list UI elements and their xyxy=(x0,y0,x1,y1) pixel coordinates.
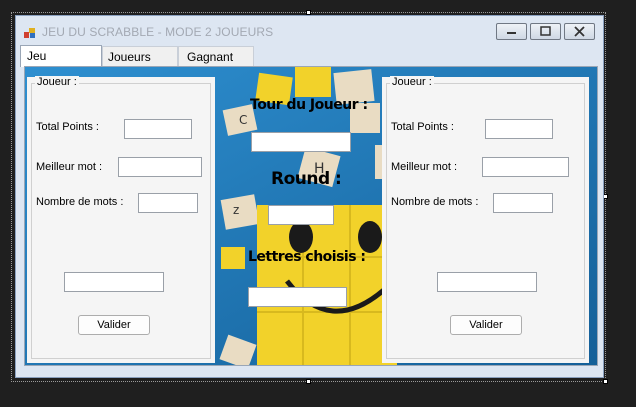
round-field[interactable] xyxy=(268,205,334,225)
player2-word-count-field[interactable] xyxy=(493,193,553,213)
player1-word-entry-input[interactable] xyxy=(64,272,164,292)
turn-label: Tour du Joueur : xyxy=(250,97,368,113)
player1-total-points-field[interactable] xyxy=(124,119,192,139)
tab-joueurs[interactable]: Joueurs xyxy=(102,46,178,66)
close-button[interactable] xyxy=(564,23,595,40)
tab-label: Gagnant xyxy=(187,50,234,64)
player2-total-points-field[interactable] xyxy=(485,119,553,139)
player2-group: Joueur : Total Points : Meilleur mot : N… xyxy=(382,76,589,363)
player1-total-points-label: Total Points : xyxy=(36,121,99,133)
resize-handle-corner[interactable] xyxy=(603,379,608,384)
form-window: JEU DU SCRABBLE - MODE 2 JOUEURS Jeu Jou… xyxy=(15,15,604,378)
tab-gagnant[interactable]: Gagnant xyxy=(178,46,254,66)
resize-handle-bottom[interactable] xyxy=(306,379,311,384)
player1-validate-button[interactable]: Valider xyxy=(78,315,150,335)
player1-group: Joueur : Total Points : Meilleur mot : N… xyxy=(27,76,215,363)
app-icon xyxy=(24,26,36,38)
tab-label: Jeu xyxy=(27,49,47,63)
player2-best-word-label: Meilleur mot : xyxy=(391,161,458,173)
player1-best-word-label: Meilleur mot : xyxy=(36,161,103,173)
svg-text:z: z xyxy=(233,203,239,217)
letters-label: Lettres choisis : xyxy=(248,249,366,265)
tab-label: Joueurs xyxy=(108,50,151,64)
maximize-button[interactable] xyxy=(530,23,561,40)
player2-word-count-label: Nombre de mots : xyxy=(391,196,479,208)
svg-text:C: C xyxy=(239,113,247,127)
minimize-button[interactable] xyxy=(496,23,527,40)
player2-best-word-field[interactable] xyxy=(482,157,569,177)
player1-word-count-label: Nombre de mots : xyxy=(36,196,124,208)
player2-word-entry-input[interactable] xyxy=(437,272,537,292)
player1-word-count-field[interactable] xyxy=(138,193,198,213)
player2-total-points-label: Total Points : xyxy=(391,121,454,133)
player1-group-label: Joueur : xyxy=(35,76,79,88)
round-label: Round : xyxy=(271,169,342,189)
tab-panel-jeu: z H C Joueur : Total Points : Meilleur m… xyxy=(24,66,598,366)
player2-validate-button[interactable]: Valider xyxy=(450,315,522,335)
player1-best-word-field[interactable] xyxy=(118,157,202,177)
tab-jeu[interactable]: Jeu xyxy=(20,45,102,67)
turn-field[interactable] xyxy=(251,132,351,152)
window-title: JEU DU SCRABBLE - MODE 2 JOUEURS xyxy=(42,25,274,39)
letters-field[interactable] xyxy=(248,287,347,307)
title-bar[interactable]: JEU DU SCRABBLE - MODE 2 JOUEURS xyxy=(16,16,603,46)
player2-group-label: Joueur : xyxy=(390,76,434,88)
